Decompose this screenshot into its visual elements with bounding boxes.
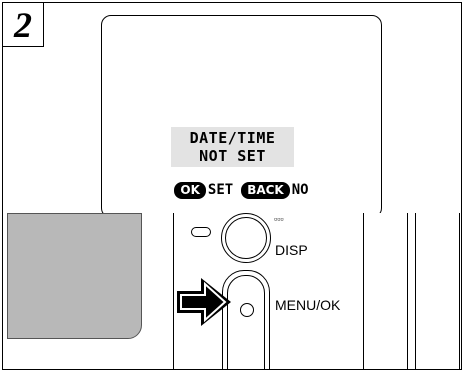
disp-button[interactable] — [221, 213, 271, 263]
softkey-back-no[interactable]: BACK NO — [241, 182, 309, 199]
softkey-bar: OK SET BACK NO — [102, 182, 381, 199]
disp-marker-icon: ▫▫▫ — [274, 214, 284, 224]
warning-line-2: NOT SET — [199, 147, 266, 165]
softkey-ok-set[interactable]: OK SET — [174, 182, 234, 199]
back-key-icon: BACK — [241, 182, 290, 199]
ok-key-icon: OK — [174, 182, 206, 199]
step-number: 2 — [14, 4, 32, 45]
press-arrow-icon — [177, 278, 231, 326]
lcd-screen: DATE/TIME NOT SET OK SET BACK NO — [101, 15, 382, 218]
menu-ok-label: MENU/OK — [275, 297, 341, 313]
camera-back-illustration: ▫▫▫ DISP MENU/OK — [3, 213, 461, 369]
camera-grip — [363, 213, 461, 369]
step-badge: 2 — [3, 3, 44, 47]
disp-label: DISP — [275, 242, 308, 258]
softkey-label-set: SET — [207, 182, 234, 198]
warning-line-1: DATE/TIME — [189, 129, 276, 147]
menu-ok-circle-icon — [240, 303, 254, 317]
date-time-warning: DATE/TIME NOT SET — [171, 127, 294, 167]
softkey-label-no: NO — [291, 182, 309, 198]
camera-lcd-panel — [7, 213, 142, 339]
indicator-lamp — [191, 227, 211, 237]
manual-illustration-frame: 2 DATE/TIME NOT SET OK SET BACK NO ▫▫▫ D… — [2, 2, 462, 370]
